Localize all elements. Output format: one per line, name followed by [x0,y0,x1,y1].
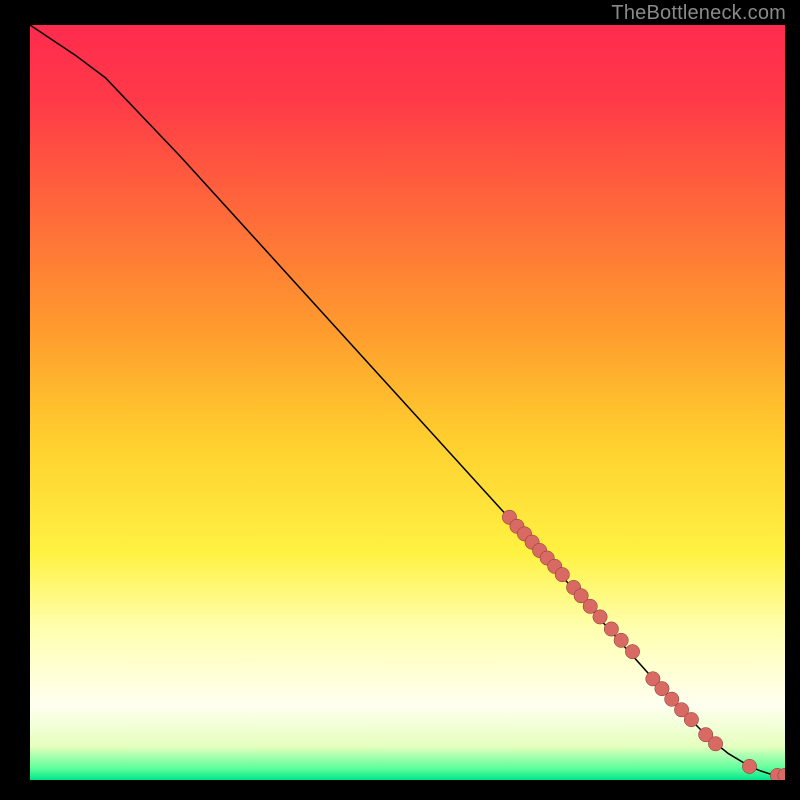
chart-root: TheBottleneck.com [0,0,800,800]
data-point [625,644,639,658]
data-point [614,633,628,647]
watermark-text: TheBottleneck.com [611,2,786,25]
data-point [742,759,756,773]
data-point [604,622,618,636]
data-point [555,567,569,581]
gradient-panel [30,25,785,780]
data-point [593,610,607,624]
data-point [684,712,698,726]
chart-plot-area [30,25,785,780]
chart-svg [30,25,785,780]
data-point [708,737,722,751]
